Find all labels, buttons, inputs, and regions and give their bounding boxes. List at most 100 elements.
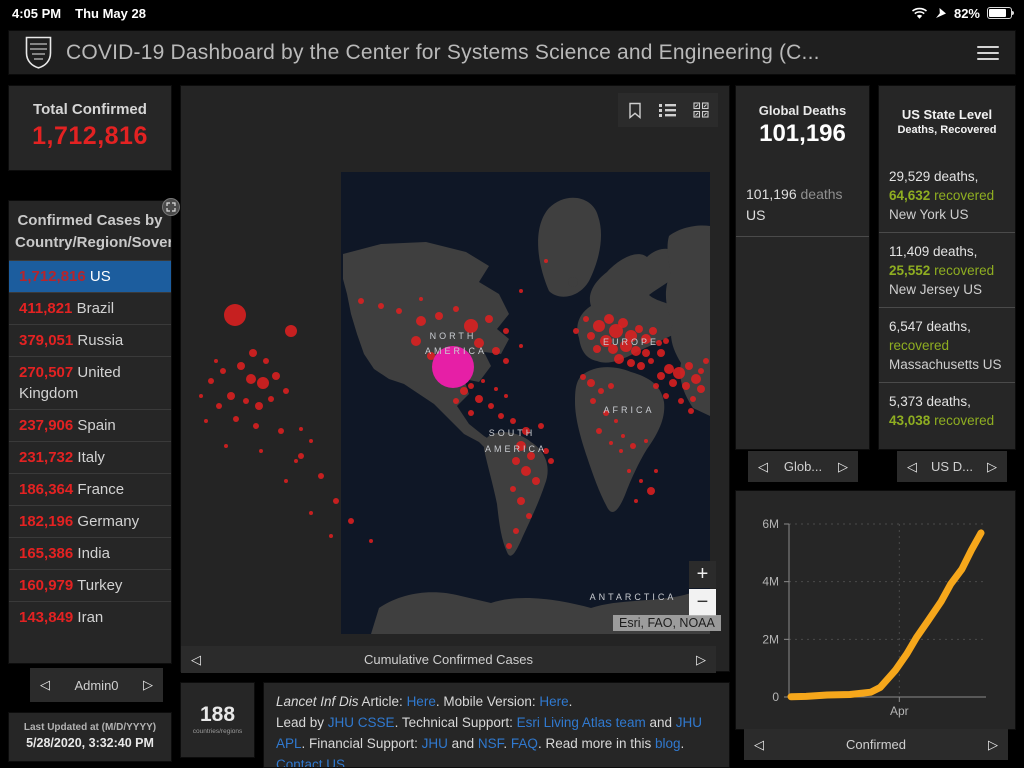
basemap-grid-icon[interactable] [687, 96, 715, 124]
legend-list-icon[interactable] [654, 96, 682, 124]
prev-page-icon[interactable]: ◁ [907, 459, 917, 475]
state-item[interactable]: 29,529 deaths, 64,632 recovered New York… [879, 158, 1015, 232]
country-row[interactable]: 1,712,816 US [9, 260, 171, 292]
svg-text:6M: 6M [762, 517, 779, 531]
credits-text: Lancet Inf Dis Article: Here. Mobile Ver… [276, 691, 717, 768]
us-state-title: US State Level [879, 107, 1015, 122]
svg-text:SOUTH: SOUTH [489, 428, 536, 438]
next-page-icon[interactable]: ▷ [696, 652, 706, 668]
state-item[interactable]: 6,547 deaths, recovered Massachusetts US [879, 307, 1015, 382]
next-page-icon[interactable]: ▷ [143, 677, 153, 693]
countries-count-panel: 188 countries/regions [180, 682, 255, 758]
bookmark-icon[interactable] [621, 96, 649, 124]
svg-text:NORTH: NORTH [430, 331, 477, 341]
svg-text:4M: 4M [762, 575, 779, 589]
chart-pagination-label: Confirmed [764, 737, 988, 752]
country-row[interactable]: 186,364 France [9, 473, 171, 505]
country-row[interactable]: 237,906 Spain [9, 409, 171, 441]
credit-link[interactable]: Here [539, 694, 568, 709]
location-arrow-icon [935, 7, 947, 19]
state-item[interactable]: 11,409 deaths, 25,552 recovered New Jers… [879, 232, 1015, 307]
credits-panel: Lancet Inf Dis Article: Here. Mobile Ver… [263, 682, 730, 768]
jhu-shield-icon [25, 36, 52, 69]
zoom-out-button[interactable]: − [689, 589, 716, 616]
global-deaths-pagination-label: Glob... [768, 459, 838, 474]
total-confirmed-title: Total Confirmed [9, 101, 171, 118]
status-bar: 4:05 PM Thu May 28 82% [0, 0, 1024, 26]
prev-page-icon[interactable]: ◁ [191, 652, 201, 668]
svg-text:AFRICA: AFRICA [603, 405, 654, 415]
country-row[interactable]: 231,732 Italy [9, 441, 171, 473]
menu-icon[interactable] [977, 46, 999, 60]
credit-link[interactable]: FAQ [511, 736, 538, 751]
svg-text:Apr: Apr [890, 704, 909, 718]
country-panel-title: Confirmed Cases by Country/Region/Sovere… [9, 201, 171, 260]
country-row[interactable]: 160,979 Turkey [9, 569, 171, 601]
confirmed-line-series [791, 533, 981, 697]
total-confirmed-value: 1,712,816 [9, 122, 171, 151]
global-deaths-panel: Global Deaths 101,196 101,196 deaths US [735, 85, 870, 450]
expand-icon[interactable] [162, 198, 180, 216]
country-list: 1,712,816 US411,821 Brazil379,051 Russia… [9, 260, 171, 633]
date: Thu May 28 [75, 6, 146, 21]
us-state-pagination: ◁ US D... ▷ [897, 451, 1007, 482]
wifi-icon [911, 7, 928, 20]
svg-text:AMERICA: AMERICA [485, 444, 547, 454]
credit-link[interactable]: Here [407, 694, 436, 709]
svg-text:EUROPE: EUROPE [603, 337, 659, 347]
global-deaths-item[interactable]: 101,196 deaths US [736, 170, 869, 237]
confirmed-chart-panel: 02M4M6MApr [735, 490, 1016, 730]
map-attribution: Esri, FAO, NOAA [613, 615, 721, 631]
credit-link[interactable]: blog [655, 736, 681, 751]
credit-link[interactable]: Contact US [276, 757, 345, 768]
map-panel[interactable]: NORTH AMERICA EUROPE AFRICA SOUTH AMERICA ANTA… [180, 85, 730, 672]
country-pagination-label: Admin0 [50, 678, 143, 693]
cumulative-cases-chart[interactable]: 02M4M6MApr [736, 491, 1016, 729]
app-header: COVID-19 Dashboard by the Center for Sys… [8, 30, 1016, 75]
us-state-pagination-label: US D... [917, 459, 987, 474]
country-row[interactable]: 270,507 United Kingdom [9, 356, 171, 409]
battery-icon [987, 7, 1012, 19]
state-list: 29,529 deaths, 64,632 recovered New York… [879, 158, 1015, 438]
country-row[interactable]: 165,386 India [9, 537, 171, 569]
countries-count: 188 [181, 703, 254, 727]
country-row[interactable]: 411,821 Brazil [9, 292, 171, 324]
confirmed-by-country-panel: Confirmed Cases by Country/Region/Sovere… [8, 200, 172, 664]
total-confirmed-panel: Total Confirmed 1,712,816 [8, 85, 172, 171]
svg-text:AMERICA: AMERICA [425, 346, 487, 356]
us-state-panel: US State Level Deaths, Recovered 29,529 … [878, 85, 1016, 450]
deaths-unit: deaths [801, 186, 843, 202]
next-page-icon[interactable]: ▷ [838, 459, 848, 475]
battery-percent: 82% [954, 6, 980, 21]
countries-count-caption: countries/regions [181, 728, 254, 735]
page-title: COVID-19 Dashboard by the Center for Sys… [66, 41, 977, 65]
country-pagination: ◁ Admin0 ▷ [30, 668, 163, 702]
next-page-icon[interactable]: ▷ [988, 737, 998, 753]
credit-link[interactable]: NSF [478, 736, 504, 751]
next-page-icon[interactable]: ▷ [987, 459, 997, 475]
credit-link[interactable]: Esri Living Atlas team [517, 715, 646, 730]
last-updated-label: Last Updated at (M/D/YYYY) [9, 722, 171, 733]
global-deaths-value: 101,196 [736, 120, 869, 148]
global-deaths-pagination: ◁ Glob... ▷ [748, 451, 858, 482]
map-toolbar [618, 93, 718, 127]
prev-page-icon[interactable]: ◁ [754, 737, 764, 753]
prev-page-icon[interactable]: ◁ [758, 459, 768, 475]
country-row[interactable]: 379,051 Russia [9, 324, 171, 356]
us-state-subtitle: Deaths, Recovered [879, 124, 1015, 136]
credit-link[interactable]: JHU [422, 736, 448, 751]
country-row[interactable]: 143,849 Iran [9, 601, 171, 633]
prev-page-icon[interactable]: ◁ [40, 677, 50, 693]
map-pagination: ◁ Cumulative Confirmed Cases ▷ [181, 646, 716, 673]
map-pagination-label: Cumulative Confirmed Cases [201, 652, 696, 667]
global-deaths-title: Global Deaths [736, 103, 869, 118]
credit-link[interactable]: JHU CSSE [328, 715, 395, 730]
world-map[interactable]: NORTH AMERICA EUROPE AFRICA SOUTH AMERICA ANTA… [181, 86, 731, 673]
chart-pagination: ◁ Confirmed ▷ [744, 729, 1008, 760]
zoom-in-button[interactable]: + [689, 561, 716, 588]
country-row[interactable]: 182,196 Germany [9, 505, 171, 537]
svg-text:2M: 2M [762, 632, 779, 646]
state-item[interactable]: 5,373 deaths, 43,038 recovered [879, 382, 1015, 438]
last-updated-value: 5/28/2020, 3:32:40 PM [9, 736, 171, 750]
svg-text:ANTARCTICA: ANTARCTICA [590, 592, 677, 602]
